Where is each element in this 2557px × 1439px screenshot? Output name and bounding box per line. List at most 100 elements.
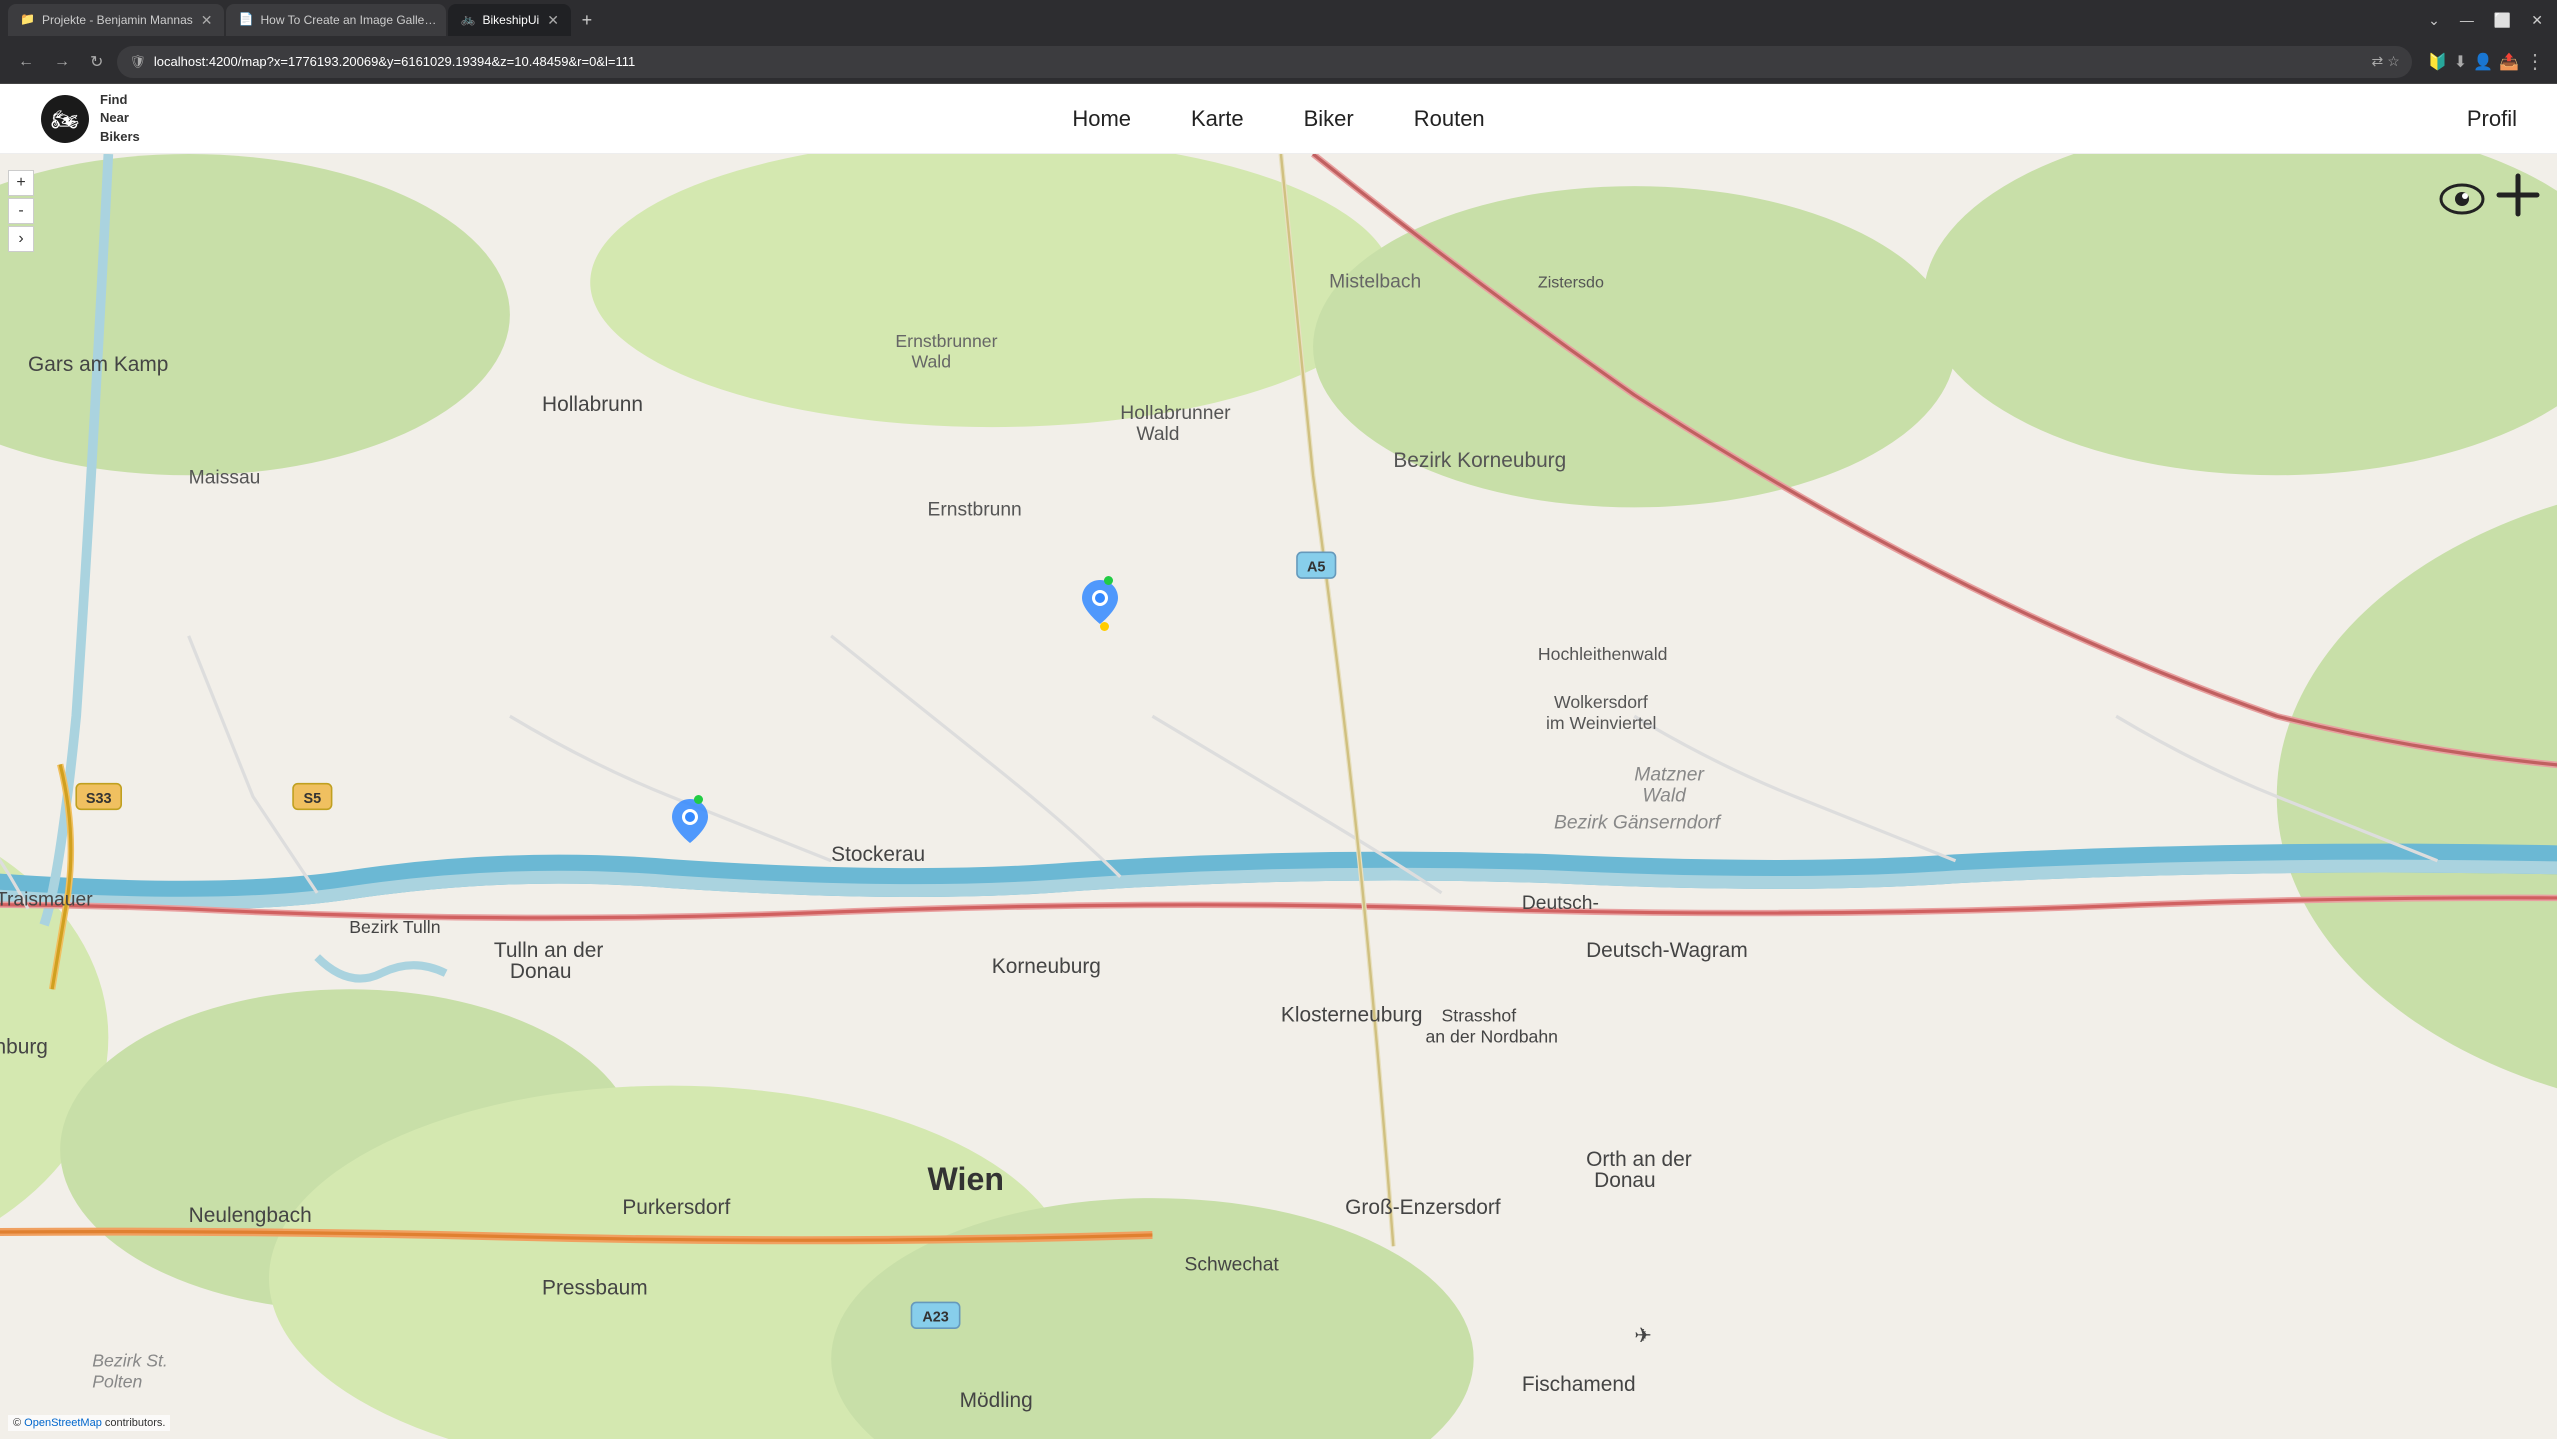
svg-text:A23: A23 xyxy=(922,1310,949,1326)
nav-profil[interactable]: Profil xyxy=(2467,106,2517,132)
address-input-wrap[interactable]: 🛡 ⇄ ☆ xyxy=(117,46,2411,78)
svg-text:Donau: Donau xyxy=(510,960,572,983)
svg-text:Bezirk St.: Bezirk St. xyxy=(92,1351,168,1371)
tab-close-how-to[interactable]: ✕ xyxy=(436,12,446,29)
map-attribution: © OpenStreetMap contributors. xyxy=(8,1415,170,1431)
bookmark-icon[interactable]: ☆ xyxy=(2387,53,2400,70)
svg-text:Hollabrunn: Hollabrunn xyxy=(542,393,643,416)
svg-text:Donau: Donau xyxy=(1594,1169,1656,1192)
svg-text:Zistersdo: Zistersdo xyxy=(1538,273,1604,291)
tab-how-to[interactable]: 📄 How To Create an Image Galle… ✕ xyxy=(226,4,446,36)
tab-projekte[interactable]: 📁 Projekte - Benjamin Mannas ✕ xyxy=(8,4,224,36)
svg-text:Herzogenburg: Herzogenburg xyxy=(0,1036,48,1059)
svg-text:Purkersdorf: Purkersdorf xyxy=(622,1196,730,1219)
svg-text:Mistelbach: Mistelbach xyxy=(1329,271,1421,292)
brand-line-1: Find xyxy=(100,91,140,109)
svg-text:Deutsch-: Deutsch- xyxy=(1522,893,1599,914)
svg-text:🏍: 🏍 xyxy=(51,107,79,132)
shield-browser-icon[interactable]: 🔰 xyxy=(2428,52,2448,72)
tab-label-projekte: Projekte - Benjamin Mannas xyxy=(42,13,193,27)
svg-text:Strasshof: Strasshof xyxy=(1442,1005,1517,1025)
attribution-suffix: contributors. xyxy=(102,1417,166,1429)
tab-favicon-projekte: 📁 xyxy=(20,12,36,28)
tab-close-projekte[interactable]: ✕ xyxy=(193,12,213,29)
forward-button[interactable]: → xyxy=(48,49,76,75)
nav-routen[interactable]: Routen xyxy=(1414,106,1485,132)
translate-icon[interactable]: ⇄ xyxy=(2372,53,2384,70)
nav-karte[interactable]: Karte xyxy=(1191,106,1244,132)
tab-list-button[interactable]: ⌄ xyxy=(2422,8,2446,33)
expand-button[interactable]: › xyxy=(8,226,34,252)
url-input[interactable] xyxy=(154,54,2364,69)
svg-text:Hochleithenwald: Hochleithenwald xyxy=(1538,644,1668,664)
maximize-button[interactable]: ⬜ xyxy=(2488,8,2517,33)
svg-text:Wald: Wald xyxy=(1642,785,1687,806)
svg-text:Orth an der: Orth an der xyxy=(1586,1148,1692,1171)
svg-text:Wald: Wald xyxy=(1136,424,1179,445)
tab-label-bikeship: BikeshipUi xyxy=(482,13,539,27)
new-tab-button[interactable]: + xyxy=(573,6,601,34)
app-content: 🏍 Find Near Bikers Home Karte Biker Rout… xyxy=(0,84,2557,1439)
svg-text:S5: S5 xyxy=(304,791,322,807)
back-button[interactable]: ← xyxy=(12,49,40,75)
svg-text:Schwechat: Schwechat xyxy=(1185,1254,1280,1275)
refresh-button[interactable]: ↻ xyxy=(84,48,109,76)
svg-text:Fischamend: Fischamend xyxy=(1522,1373,1636,1396)
svg-text:Bezirk Korneuburg: Bezirk Korneuburg xyxy=(1393,449,1566,472)
brand-line-3: Bikers xyxy=(100,128,140,146)
svg-text:an der Nordbahn: an der Nordbahn xyxy=(1425,1026,1558,1046)
eye-icon-button[interactable] xyxy=(2439,176,2485,222)
address-right-icons: ⇄ ☆ xyxy=(2372,53,2400,70)
zoom-in-button[interactable]: + xyxy=(8,170,34,196)
marker-dot-1 xyxy=(694,795,703,804)
profile-icon[interactable]: 👤 xyxy=(2473,52,2493,72)
extensions-icon[interactable]: 📤 xyxy=(2499,52,2519,72)
svg-text:A5: A5 xyxy=(1307,560,1325,576)
svg-text:Ernstbrunn: Ernstbrunn xyxy=(928,499,1022,520)
svg-text:Deutsch-Wagram: Deutsch-Wagram xyxy=(1586,939,1748,962)
svg-text:S33: S33 xyxy=(86,791,112,807)
svg-text:Bezirk Gänserndorf: Bezirk Gänserndorf xyxy=(1554,813,1723,834)
tab-label-how-to: How To Create an Image Galle… xyxy=(260,13,436,27)
svg-text:Maissau: Maissau xyxy=(189,467,261,488)
tab-favicon-how-to: 📄 xyxy=(238,12,254,28)
svg-text:Matzner: Matzner xyxy=(1634,764,1705,785)
svg-text:Klosterneuburg: Klosterneuburg xyxy=(1281,1003,1423,1026)
map-container[interactable]: S33 S5 A1 A5 A23 Gars am Kamp Maissau Ho… xyxy=(0,154,2557,1439)
add-route-button[interactable] xyxy=(2493,170,2543,220)
tab-close-bikeship[interactable]: ✕ xyxy=(539,12,559,29)
brand-line-2: Near xyxy=(100,109,140,127)
zoom-out-button[interactable]: - xyxy=(8,198,34,224)
app-navbar: 🏍 Find Near Bikers Home Karte Biker Rout… xyxy=(0,84,2557,154)
minimize-button[interactable]: — xyxy=(2454,8,2480,32)
nav-biker[interactable]: Biker xyxy=(1304,106,1354,132)
map-marker-1[interactable] xyxy=(672,799,708,848)
svg-text:Pressbaum: Pressbaum xyxy=(542,1276,648,1299)
marker-dot-2 xyxy=(1104,576,1113,585)
svg-text:Groß-Enzersdorf: Groß-Enzersdorf xyxy=(1345,1196,1501,1219)
brand: 🏍 Find Near Bikers xyxy=(40,91,140,146)
brand-logo: 🏍 xyxy=(40,94,90,144)
svg-text:im Weinviertel: im Weinviertel xyxy=(1546,713,1657,733)
brand-text: Find Near Bikers xyxy=(100,91,140,146)
svg-text:Bezirk Tulln: Bezirk Tulln xyxy=(349,917,440,937)
svg-text:Wolkersdorf: Wolkersdorf xyxy=(1554,692,1648,712)
nav-home[interactable]: Home xyxy=(1072,106,1131,132)
svg-text:Neulengbach: Neulengbach xyxy=(189,1204,312,1227)
close-button[interactable]: ✕ xyxy=(2525,8,2549,33)
tab-bikeship[interactable]: 🚲 BikeshipUi ✕ xyxy=(448,4,570,36)
tab-bar: 📁 Projekte - Benjamin Mannas ✕ 📄 How To … xyxy=(0,0,2557,40)
map-controls: + - › xyxy=(8,170,34,252)
svg-text:Mödling: Mödling xyxy=(960,1389,1033,1412)
svg-text:Polten: Polten xyxy=(92,1372,142,1392)
svg-text:Stockerau: Stockerau xyxy=(831,843,925,866)
map-marker-2[interactable] xyxy=(1082,580,1118,629)
svg-text:Wald: Wald xyxy=(911,352,951,372)
openstreetmap-link[interactable]: OpenStreetMap xyxy=(24,1417,102,1429)
browser-window: 📁 Projekte - Benjamin Mannas ✕ 📄 How To … xyxy=(0,0,2557,1439)
shield-icon: 🛡 xyxy=(129,54,146,70)
svg-text:Tulln an der: Tulln an der xyxy=(494,939,604,962)
download-icon[interactable]: ⬇ xyxy=(2454,52,2467,72)
attribution-prefix: © xyxy=(13,1417,24,1429)
menu-icon[interactable]: ⋮ xyxy=(2525,49,2545,74)
